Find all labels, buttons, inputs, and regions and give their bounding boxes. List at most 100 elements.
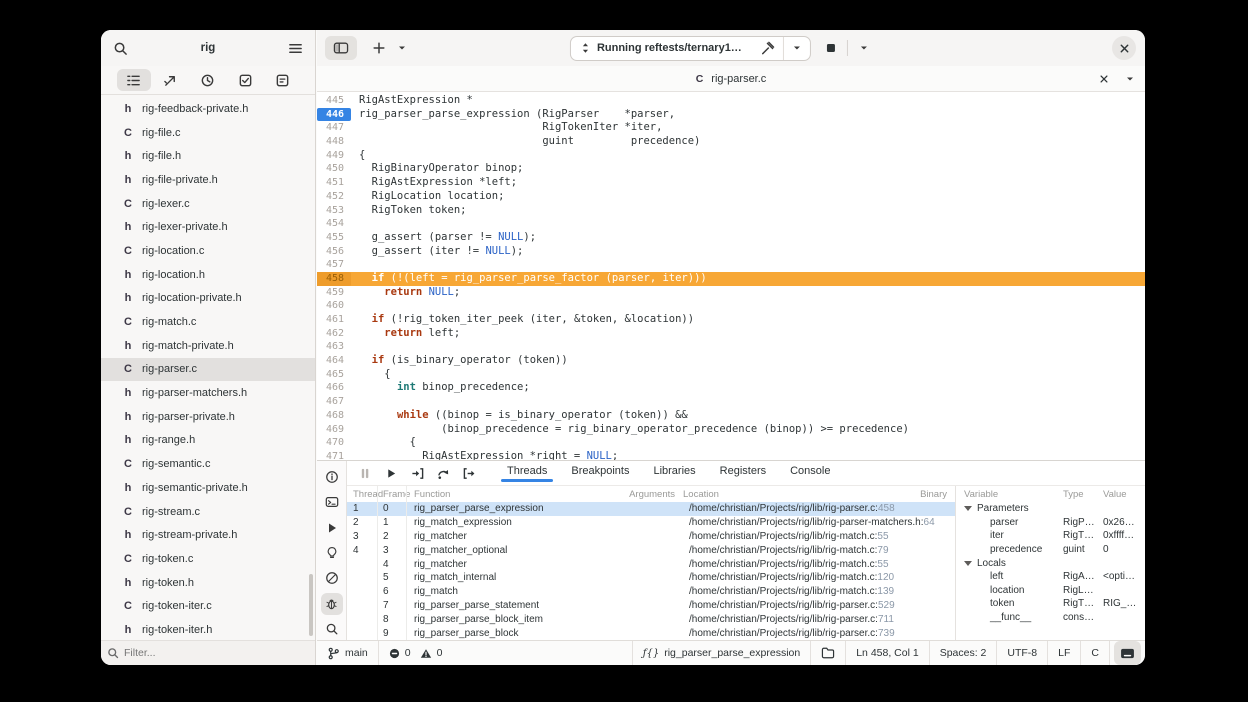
file-item[interactable]: hrig-token-iter.h <box>101 618 315 640</box>
line-number[interactable]: 455 <box>317 231 351 245</box>
filter-input[interactable] <box>124 647 284 659</box>
code-line[interactable]: 457 <box>317 258 1145 272</box>
file-item[interactable]: Crig-lexer.c <box>101 192 315 216</box>
file-item[interactable]: hrig-range.h <box>101 429 315 453</box>
line-number[interactable]: 452 <box>317 190 351 204</box>
keyboard-toggle[interactable] <box>1114 641 1141 665</box>
step-over-button[interactable] <box>431 464 455 482</box>
history-tab[interactable] <box>191 69 225 91</box>
code-line[interactable]: 445RigAstExpression * <box>317 94 1145 108</box>
file-item[interactable]: Crig-stream.c <box>101 500 315 524</box>
file-item[interactable]: hrig-semantic-private.h <box>101 476 315 500</box>
hints-icon[interactable] <box>321 542 343 563</box>
tab-list-icon[interactable] <box>1125 74 1135 84</box>
indentation-setting[interactable]: Spaces: 2 <box>930 641 997 665</box>
debugger-tab-threads[interactable]: Threads <box>497 464 557 481</box>
window-close-button[interactable] <box>1112 36 1136 60</box>
line-number[interactable]: 461 <box>317 313 351 327</box>
variable-row[interactable]: parserRigP…0x26… <box>956 516 1145 530</box>
line-number[interactable]: 469 <box>317 423 351 437</box>
file-item[interactable]: hrig-file.h <box>101 144 315 168</box>
diagnostics-indicator[interactable]: 0 0 <box>379 641 453 665</box>
language-setting[interactable]: C <box>1081 641 1109 665</box>
code-line[interactable]: 466 int binop_precedence; <box>317 381 1145 395</box>
code-line[interactable]: 464 if (is_binary_operator (token)) <box>317 354 1145 368</box>
todo-icon[interactable] <box>321 568 343 589</box>
build-menu-button[interactable] <box>784 37 810 60</box>
run-target-selector[interactable]: Running reftests/ternary1… <box>571 37 752 60</box>
build-tab[interactable] <box>154 69 188 91</box>
project-folder-button[interactable] <box>811 641 845 665</box>
file-item[interactable]: Crig-match.c <box>101 310 315 334</box>
continue-button[interactable] <box>379 464 403 482</box>
file-item[interactable]: hrig-file-private.h <box>101 168 315 192</box>
variable-row[interactable]: tokenRigT…RIG_… <box>956 597 1145 611</box>
code-editor[interactable]: 445RigAstExpression *446rig_parser_parse… <box>317 92 1145 460</box>
line-number[interactable]: 449 <box>317 149 351 163</box>
file-item[interactable]: Crig-semantic.c <box>101 452 315 476</box>
frame-row[interactable]: 5rig_match_internal/home/christian/Proje… <box>347 571 955 585</box>
line-number[interactable]: 459 <box>317 286 351 300</box>
line-number[interactable]: 446 <box>317 108 351 122</box>
line-ending-setting[interactable]: LF <box>1048 641 1080 665</box>
code-line[interactable]: 451 RigAstExpression *left; <box>317 176 1145 190</box>
line-number[interactable]: 465 <box>317 368 351 382</box>
file-item[interactable]: hrig-match-private.h <box>101 334 315 358</box>
file-item[interactable]: hrig-parser-matchers.h <box>101 381 315 405</box>
menu-icon[interactable] <box>288 41 303 56</box>
line-number[interactable]: 448 <box>317 135 351 149</box>
code-line[interactable]: 460 <box>317 299 1145 313</box>
code-line[interactable]: 471 RigAstExpression *right = NULL; <box>317 450 1145 460</box>
pause-button[interactable] <box>353 464 377 482</box>
line-number[interactable]: 451 <box>317 176 351 190</box>
new-tab-menu-button[interactable] <box>395 36 409 60</box>
code-line[interactable]: 465 { <box>317 368 1145 382</box>
variable-row[interactable]: __func__cons… <box>956 611 1145 625</box>
frame-row[interactable]: 4rig_matcher/home/christian/Projects/rig… <box>347 557 955 571</box>
frame-row[interactable]: 43rig_matcher_optional/home/christian/Pr… <box>347 543 955 557</box>
code-line[interactable]: 462 return left; <box>317 327 1145 341</box>
line-number[interactable]: 466 <box>317 381 351 395</box>
debugger-icon[interactable] <box>321 593 343 614</box>
line-number[interactable]: 454 <box>317 217 351 231</box>
file-item[interactable]: hrig-parser-private.h <box>101 405 315 429</box>
tests-tab[interactable] <box>228 69 262 91</box>
build-button[interactable] <box>752 37 783 60</box>
cursor-position[interactable]: Ln 458, Col 1 <box>846 641 928 665</box>
run-menu-button[interactable] <box>854 36 874 60</box>
toggle-sidebar-button[interactable] <box>325 36 357 60</box>
file-item[interactable]: hrig-location-private.h <box>101 287 315 311</box>
line-number[interactable]: 458 <box>317 272 351 286</box>
code-line[interactable]: 453 RigToken token; <box>317 204 1145 218</box>
code-line[interactable]: 447 RigTokenIter *iter, <box>317 121 1145 135</box>
code-line[interactable]: 467 <box>317 395 1145 409</box>
code-line[interactable]: 449{ <box>317 149 1145 163</box>
line-number[interactable]: 471 <box>317 450 351 460</box>
file-item[interactable]: Crig-token.c <box>101 547 315 571</box>
expand-caret-icon[interactable] <box>964 506 972 511</box>
variable-row[interactable]: precedenceguint0 <box>956 543 1145 557</box>
file-item[interactable]: hrig-stream-private.h <box>101 523 315 547</box>
line-number[interactable]: 450 <box>317 162 351 176</box>
variable-group[interactable]: Parameters <box>956 502 1145 516</box>
file-item[interactable]: hrig-lexer-private.h <box>101 215 315 239</box>
frame-row[interactable]: 7rig_parser_parse_statement/home/christi… <box>347 599 955 613</box>
frame-row[interactable]: 9rig_parser_parse_block/home/christian/P… <box>347 626 955 640</box>
debugger-tab-breakpoints[interactable]: Breakpoints <box>561 464 639 481</box>
code-line[interactable]: 459 return NULL; <box>317 286 1145 300</box>
panel-search-icon[interactable] <box>321 619 343 640</box>
file-item[interactable]: Crig-token-iter.c <box>101 594 315 618</box>
line-number[interactable]: 468 <box>317 409 351 423</box>
project-tree-tab[interactable] <box>117 69 151 91</box>
frame-row[interactable]: 6rig_match/home/christian/Projects/rig/l… <box>347 585 955 599</box>
review-tab[interactable] <box>265 69 299 91</box>
encoding-setting[interactable]: UTF-8 <box>997 641 1047 665</box>
branch-indicator[interactable]: main <box>317 641 378 665</box>
code-line[interactable]: 450 RigBinaryOperator binop; <box>317 162 1145 176</box>
variable-group[interactable]: Locals <box>956 556 1145 570</box>
debugger-tab-registers[interactable]: Registers <box>710 464 776 481</box>
frame-row[interactable]: 21rig_match_expression/home/christian/Pr… <box>347 516 955 530</box>
new-tab-button[interactable] <box>367 36 391 60</box>
line-number[interactable]: 453 <box>317 204 351 218</box>
file-item[interactable]: Crig-file.c <box>101 121 315 145</box>
